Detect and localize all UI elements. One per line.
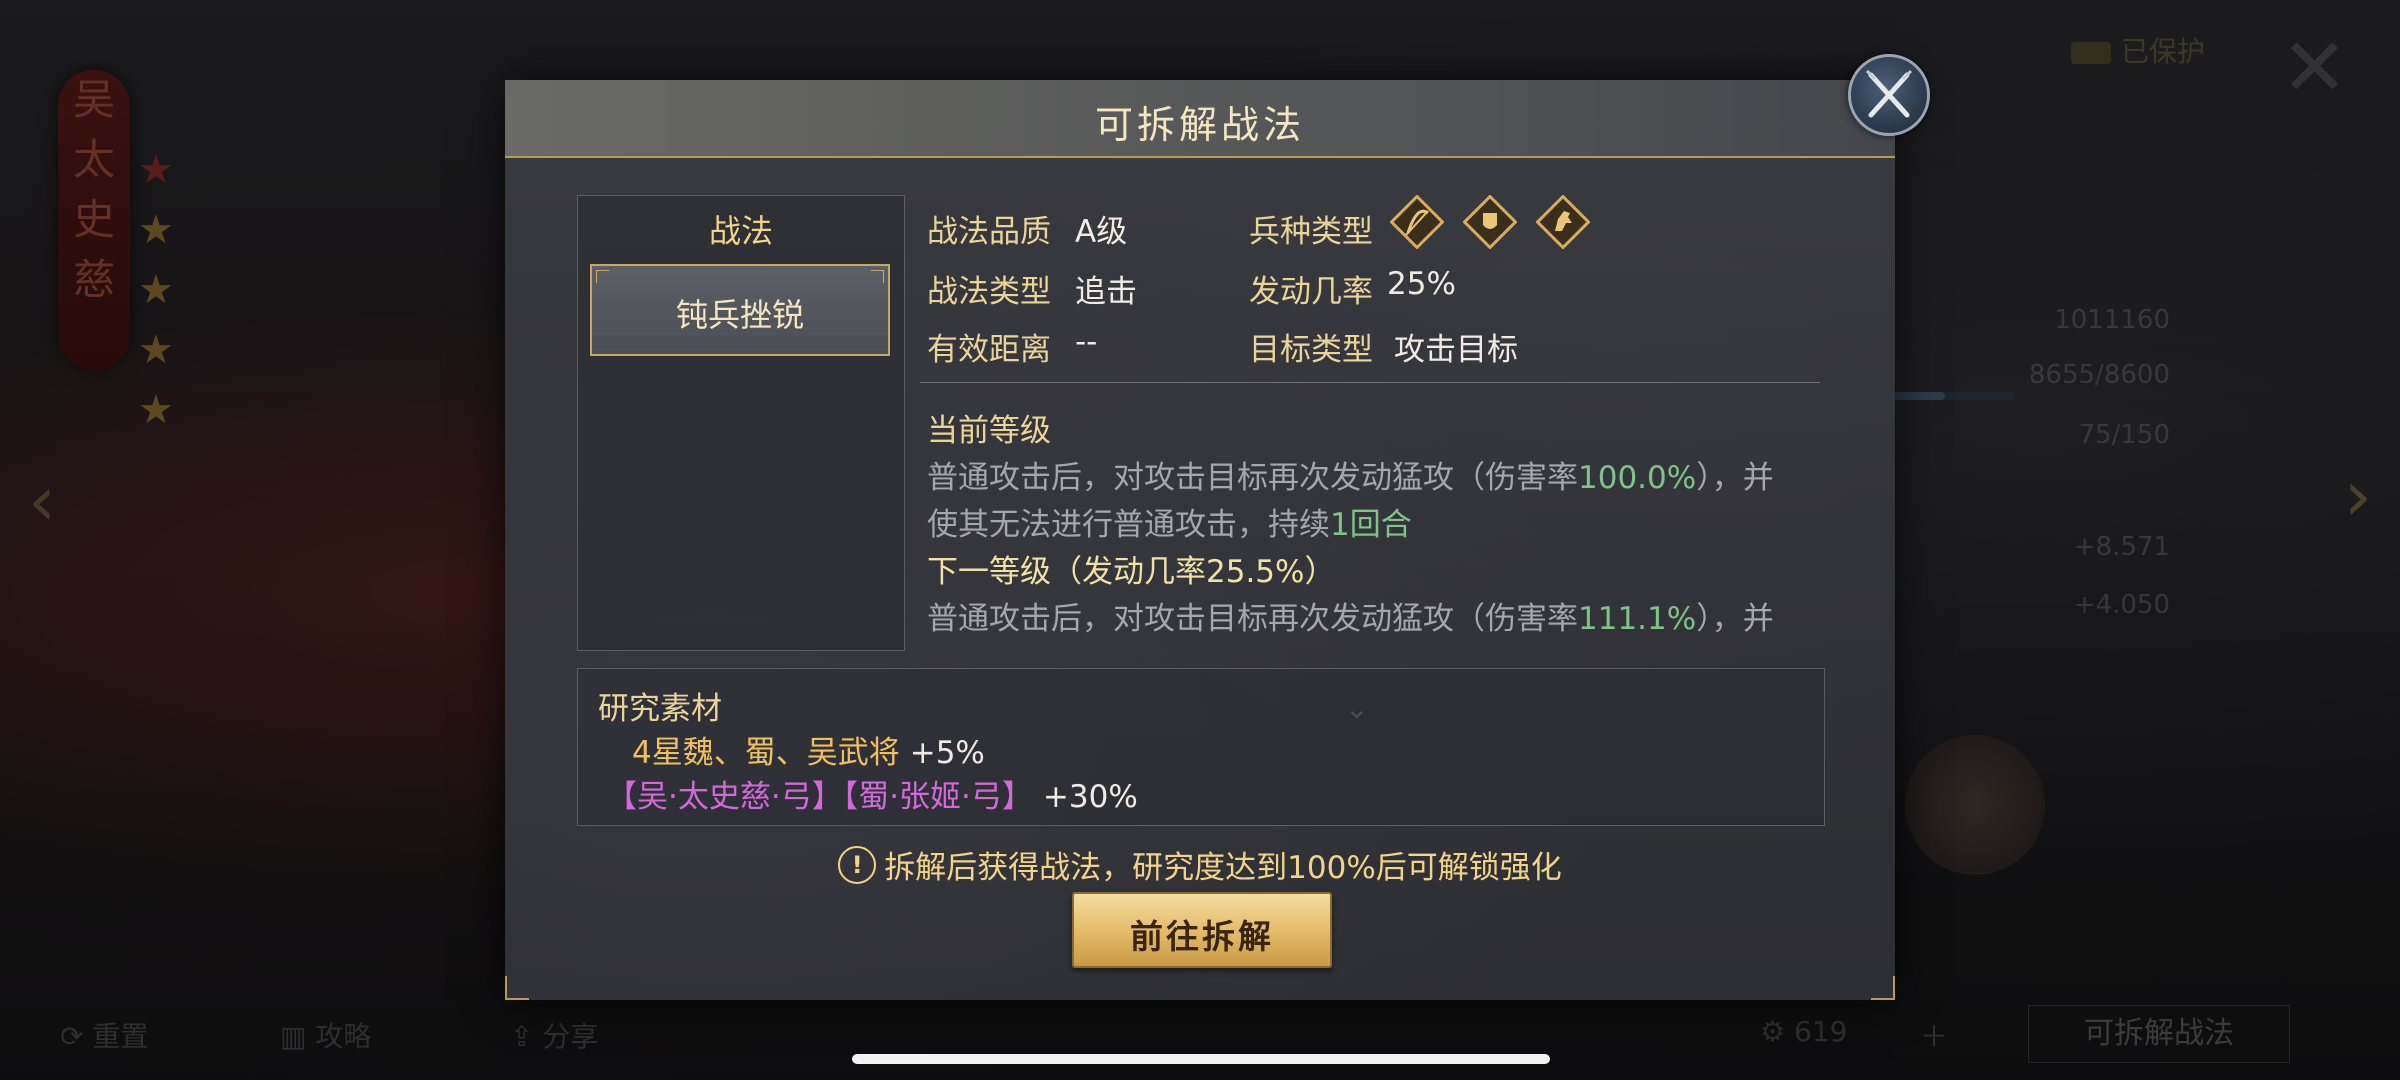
duration-highlight: 1回合 xyxy=(1330,507,1412,543)
desc-text: 普通攻击后，对攻击目标再次发动猛攻（伤害率 xyxy=(927,460,1578,496)
tactic-list-heading: 战法 xyxy=(708,212,773,250)
research-bonus-line: 【吴·太史慈·弓】【蜀·张姬·弓】 +30% xyxy=(606,771,1138,816)
frame-corner xyxy=(1871,976,1895,1000)
research-material-panel: 研究素材 4星魏、蜀、吴武将 +5% 【吴·太史慈·弓】【蜀·张姬·弓】 +30% xyxy=(577,668,1825,826)
tactic-type-label: 战法类型 xyxy=(927,274,1051,310)
trigger-rate-label: 发动几率 xyxy=(1249,274,1373,310)
quality-label: 战法品质 xyxy=(927,214,1051,250)
desc-text: ），并 xyxy=(1696,601,1774,637)
tactic-list-item[interactable]: 钝兵挫锐 xyxy=(590,264,890,356)
close-button[interactable] xyxy=(1848,54,1930,136)
trigger-rate-value: 25% xyxy=(1387,266,1456,302)
range-value: -- xyxy=(1075,324,1098,360)
target-type-label: 目标类型 xyxy=(1249,332,1373,368)
current-level-line: 使其无法进行普通攻击，持续1回合 xyxy=(927,499,1412,544)
target-type-value: 攻击目标 xyxy=(1394,332,1518,368)
tactic-item-label: 钝兵挫锐 xyxy=(675,296,804,334)
research-bonus: +5% xyxy=(909,735,985,771)
archer-icon xyxy=(1390,195,1444,249)
research-generals: 4星魏、蜀、吴武将 xyxy=(632,735,900,771)
go-disassemble-button[interactable]: 前往拆解 xyxy=(1072,892,1332,968)
disassemble-notice: ! 拆解后获得战法，研究度达到100%后可解锁强化 xyxy=(505,842,1895,887)
research-specific-generals: 【吴·太史慈·弓】【蜀·张姬·弓】 xyxy=(606,779,1033,815)
disassemble-tactic-dialog: 可拆解战法 战法 钝兵挫锐 战法品质 A级 兵种类型 战法类型 追击 发动几率 … xyxy=(505,54,1930,1000)
go-disassemble-label: 前往拆解 xyxy=(1130,917,1274,956)
info-icon: ! xyxy=(838,845,877,884)
next-level-heading: 下一等级（发动几率25.5%） xyxy=(927,554,1336,590)
frame-corner xyxy=(505,976,529,1000)
dialog-title: 可拆解战法 xyxy=(1094,103,1305,147)
info-divider xyxy=(920,382,1820,383)
damage-rate-highlight: 100.0% xyxy=(1578,460,1697,496)
desc-text: 普通攻击后，对攻击目标再次发动猛攻（伤害率 xyxy=(927,601,1578,637)
troop-type-label: 兵种类型 xyxy=(1249,214,1373,250)
desc-text: 使其无法进行普通攻击，持续 xyxy=(927,507,1330,543)
troop-type-icons xyxy=(1390,195,1604,249)
tactic-list-panel: 战法 钝兵挫锐 xyxy=(577,195,905,651)
research-bonus: +30% xyxy=(1042,779,1138,815)
damage-rate-highlight: 111.1% xyxy=(1578,601,1697,637)
current-level-heading: 当前等级 xyxy=(927,413,1051,449)
range-label: 有效距离 xyxy=(927,332,1051,368)
tactic-type-value: 追击 xyxy=(1075,274,1137,310)
desc-text: ），并 xyxy=(1696,460,1774,496)
close-icon xyxy=(1865,69,1913,118)
notice-text: 拆解后获得战法，研究度达到100%后可解锁强化 xyxy=(884,850,1562,886)
cavalry-icon xyxy=(1536,195,1591,249)
research-title: 研究素材 xyxy=(598,691,722,727)
current-level-line: 普通攻击后，对攻击目标再次发动猛攻（伤害率100.0%），并 xyxy=(927,452,1774,497)
research-bonus-line: 4星魏、蜀、吴武将 +5% xyxy=(632,727,985,772)
next-level-line: 普通攻击后，对攻击目标再次发动猛攻（伤害率111.1%），并 xyxy=(927,593,1774,638)
quality-value: A级 xyxy=(1075,214,1128,250)
home-indicator[interactable] xyxy=(852,1054,1550,1064)
dialog-header: 可拆解战法 xyxy=(505,80,1895,158)
shield-icon xyxy=(1463,195,1518,249)
